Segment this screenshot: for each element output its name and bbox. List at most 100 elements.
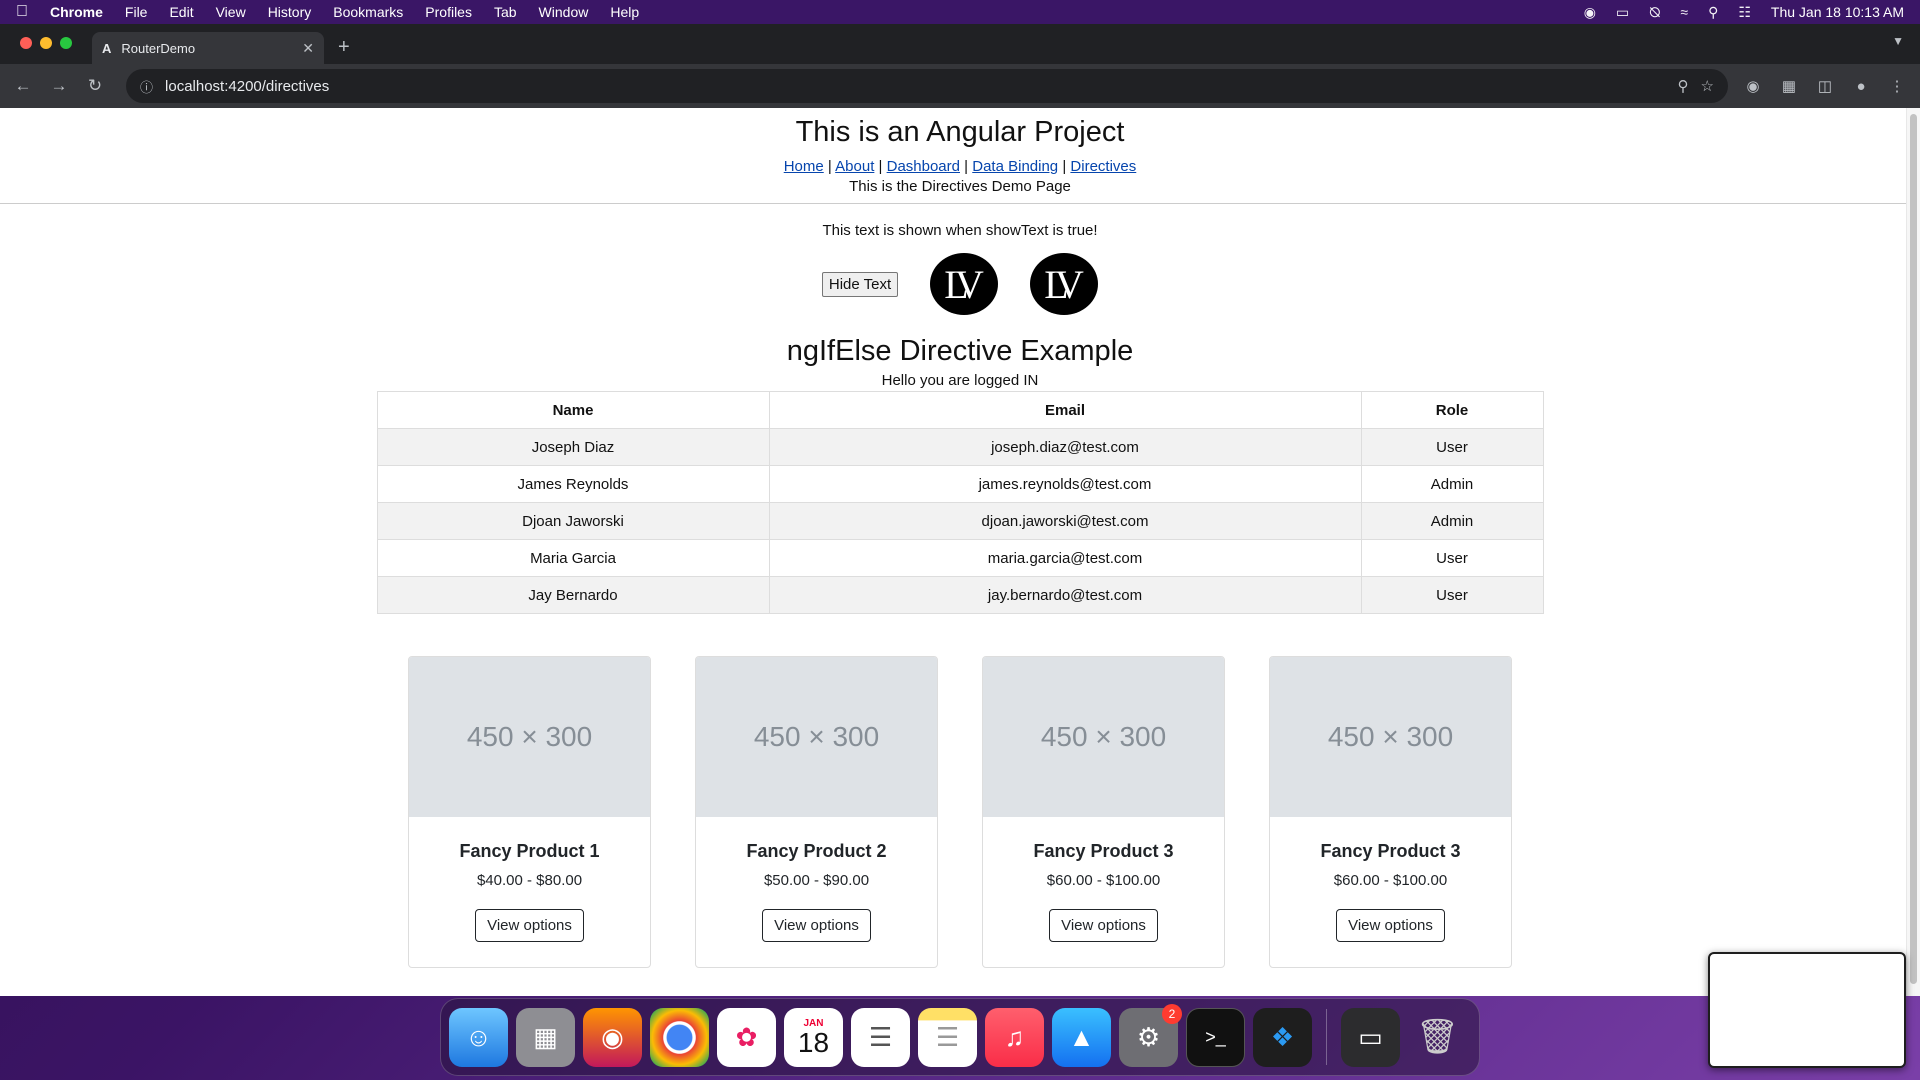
- menu-tab[interactable]: Tab: [494, 4, 517, 20]
- view-options-button[interactable]: View options: [475, 909, 584, 942]
- tab-strip: A RouterDemo ✕ + ▼: [0, 24, 1920, 64]
- close-window-button[interactable]: [20, 37, 32, 49]
- page-content: This is an Angular Project Home | About …: [0, 108, 1920, 996]
- menu-profiles[interactable]: Profiles: [425, 4, 472, 20]
- table-row: James Reynolds james.reynolds@test.com A…: [376, 465, 1544, 503]
- extensions-icon[interactable]: ▦: [1778, 77, 1800, 95]
- music-icon[interactable]: ♫: [985, 1007, 1044, 1067]
- maximize-window-button[interactable]: [60, 37, 72, 49]
- screenshot-preview-thumbnail[interactable]: [1708, 952, 1906, 1068]
- menu-edit[interactable]: Edit: [169, 4, 193, 20]
- tab-search-icon[interactable]: ▼: [1892, 34, 1904, 48]
- hide-text-button[interactable]: Hide Text: [821, 271, 899, 297]
- product-image-placeholder: 450 × 300: [409, 657, 650, 817]
- creative-cloud-icon[interactable]: ◉: [1584, 4, 1596, 21]
- terminal-icon[interactable]: >_: [1186, 1007, 1245, 1067]
- menu-window[interactable]: Window: [539, 4, 589, 20]
- view-options-button[interactable]: View options: [1336, 909, 1445, 942]
- system-settings-icon[interactable]: ⚙ 2: [1119, 1003, 1182, 1067]
- mute-icon[interactable]: ⦰: [1649, 4, 1660, 21]
- table-row: Jay Bernardo jay.bernardo@test.com User: [376, 576, 1544, 614]
- side-panel-icon[interactable]: ◫: [1814, 77, 1836, 95]
- cell-role: User: [1360, 428, 1544, 466]
- chrome-icon[interactable]: [650, 1007, 709, 1067]
- profile-icon[interactable]: ●: [1850, 78, 1872, 95]
- clock[interactable]: Thu Jan 18 10:13 AM: [1771, 4, 1904, 20]
- nav-link-home[interactable]: Home: [784, 158, 824, 175]
- app-store-icon[interactable]: ▲: [1052, 1007, 1111, 1067]
- status-area: ◉ ▭ ⦰ ≈ ⚲ ☷ Thu Jan 18 10:13 AM: [1584, 4, 1904, 21]
- column-header-role: Role: [1360, 391, 1544, 429]
- reload-icon[interactable]: ↻: [84, 76, 106, 96]
- browser-toolbar: ← → ↻ ⓘ localhost:4200/directives ⚲ ☆ ◉ …: [0, 64, 1920, 108]
- reminders-icon[interactable]: ☰: [851, 1007, 910, 1067]
- wifi-icon[interactable]: ≈: [1680, 4, 1688, 20]
- spotlight-search-icon[interactable]: ⚲: [1708, 4, 1718, 21]
- menu-view[interactable]: View: [216, 4, 246, 20]
- nav-separator: |: [878, 158, 883, 175]
- view-options-button[interactable]: View options: [1049, 909, 1158, 942]
- launchpad-icon[interactable]: ▦: [516, 1007, 575, 1067]
- nav-link-directives[interactable]: Directives: [1070, 158, 1136, 175]
- site-info-icon[interactable]: ⓘ: [140, 77, 153, 96]
- page-title: This is an Angular Project: [795, 116, 1125, 148]
- zoom-icon[interactable]: ⚲: [1678, 77, 1689, 95]
- view-options-button[interactable]: View options: [762, 909, 871, 942]
- table-header-row: Name Email Role: [376, 391, 1544, 429]
- cell-email: jay.bernardo@test.com: [768, 576, 1362, 614]
- minimized-window-icon[interactable]: ▭: [1341, 1007, 1400, 1067]
- menu-help[interactable]: Help: [610, 4, 639, 20]
- chrome-menu-icon[interactable]: ⋮: [1886, 77, 1908, 95]
- menu-file[interactable]: File: [125, 4, 148, 20]
- scrollbar-thumb[interactable]: [1910, 114, 1917, 984]
- url-text[interactable]: localhost:4200/directives: [165, 78, 1666, 95]
- lv-logo-image: LV: [1030, 253, 1099, 315]
- product-card: 450 × 300 Fancy Product 2 $50.00 - $90.0…: [695, 656, 938, 968]
- table-row: Joseph Diaz joseph.diaz@test.com User: [376, 428, 1544, 466]
- close-tab-icon[interactable]: ✕: [302, 40, 314, 57]
- product-card: 450 × 300 Fancy Product 1 $40.00 - $80.0…: [408, 656, 651, 968]
- product-name: Fancy Product 1: [459, 841, 600, 861]
- minimize-window-button[interactable]: [40, 37, 52, 49]
- page-header: This is an Angular Project Home | About …: [0, 108, 1920, 204]
- camera-extension-icon[interactable]: ◉: [1742, 77, 1764, 95]
- dock: ☺ ▦ ◉ ✿ JAN 18 ☰ ☰ ♫ ▲ ⚙ 2 >_ ❖ ▭ 🗑: [440, 998, 1480, 1076]
- nav-link-about[interactable]: About: [835, 158, 874, 175]
- calendar-icon[interactable]: JAN 18: [784, 1007, 843, 1067]
- nav-link-dashboard[interactable]: Dashboard: [887, 158, 960, 175]
- back-icon[interactable]: ←: [12, 76, 34, 96]
- directives-section: This text is shown when showText is true…: [0, 222, 1920, 968]
- bookmark-star-icon[interactable]: ☆: [1701, 77, 1714, 95]
- trash-icon[interactable]: 🗑: [1408, 1008, 1467, 1067]
- firefox-icon[interactable]: ◉: [583, 1007, 642, 1067]
- product-image-placeholder: 450 × 300: [983, 657, 1224, 817]
- cell-role: User: [1360, 576, 1544, 614]
- tab-routerdemo[interactable]: A RouterDemo ✕: [92, 32, 324, 64]
- vscode-icon[interactable]: ❖: [1253, 1007, 1312, 1067]
- screen-mirroring-icon[interactable]: ▭: [1616, 4, 1629, 21]
- new-tab-icon[interactable]: +: [338, 36, 350, 59]
- page-scrollbar[interactable]: [1906, 108, 1920, 996]
- control-center-icon[interactable]: ☷: [1738, 4, 1751, 21]
- apple-icon[interactable]: : [16, 3, 28, 21]
- product-card: 450 × 300 Fancy Product 3 $60.00 - $100.…: [982, 656, 1225, 968]
- ngifelse-title: ngIfElse Directive Example: [786, 335, 1134, 367]
- photos-icon[interactable]: ✿: [717, 1007, 776, 1067]
- product-name: Fancy Product 3: [1320, 841, 1461, 861]
- nav-link-data-binding[interactable]: Data Binding: [972, 158, 1058, 175]
- product-name: Fancy Product 3: [1033, 841, 1174, 861]
- cell-name: Joseph Diaz: [376, 428, 770, 466]
- menu-bookmarks[interactable]: Bookmarks: [333, 4, 403, 20]
- browser-window: A RouterDemo ✕ + ▼ ← → ↻ ⓘ localhost:420…: [0, 24, 1920, 996]
- notes-icon[interactable]: ☰: [918, 1007, 977, 1067]
- tab-title: RouterDemo: [121, 40, 196, 56]
- address-bar[interactable]: ⓘ localhost:4200/directives ⚲ ☆: [126, 69, 1728, 103]
- cell-name: Maria Garcia: [376, 539, 770, 577]
- forward-icon[interactable]: →: [48, 76, 70, 96]
- show-text-message: This text is shown when showText is true…: [822, 222, 1098, 239]
- finder-icon[interactable]: ☺: [449, 1007, 508, 1067]
- menu-app-chrome[interactable]: Chrome: [50, 4, 103, 20]
- table-row: Maria Garcia maria.garcia@test.com User: [376, 539, 1544, 577]
- cell-email: joseph.diaz@test.com: [768, 428, 1362, 466]
- menu-history[interactable]: History: [268, 4, 312, 20]
